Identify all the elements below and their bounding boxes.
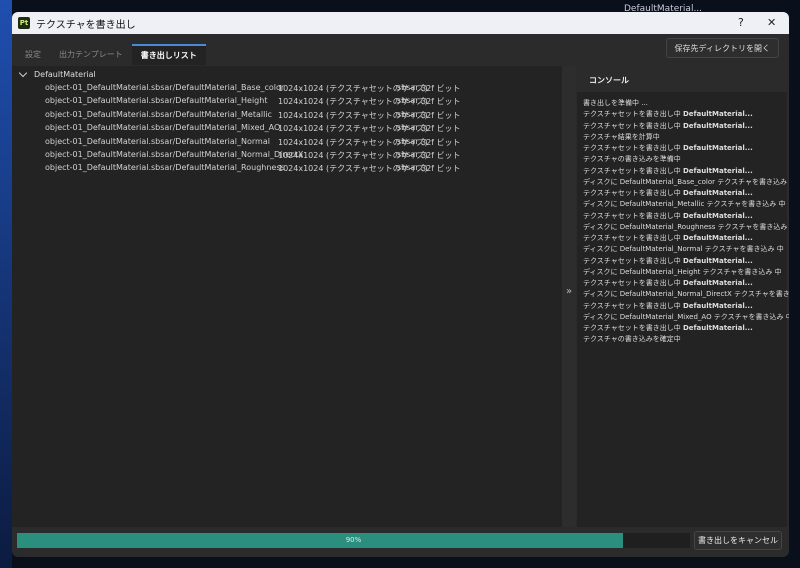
console-line: ディスクに DefaultMaterial_Metallic テクスチャを書き込… bbox=[583, 200, 786, 209]
texture-name: object-01_DefaultMaterial.sbsar/DefaultM… bbox=[45, 123, 281, 133]
progress-bar: 90% bbox=[17, 533, 690, 548]
tree-root[interactable]: DefaultMaterial bbox=[18, 68, 96, 79]
console-line: テクスチャ結果を計算中 bbox=[583, 132, 660, 141]
panel-splitter[interactable]: » bbox=[562, 66, 576, 527]
texture-format: sbsar bbox=[397, 136, 419, 146]
console-line: テクスチャセットを書き出し中 DefaultMaterial... bbox=[583, 279, 753, 287]
console-line: テクスチャセットを書き出し中 DefaultMaterial... bbox=[583, 110, 753, 119]
texture-bit-depth: 32f ビット bbox=[421, 124, 461, 134]
console-line: テクスチャセットを書き出し中 DefaultMaterial... bbox=[583, 234, 753, 242]
tree-root-label: DefaultMaterial bbox=[34, 70, 96, 79]
close-button[interactable]: ✕ bbox=[767, 16, 776, 29]
texture-name: object-01_DefaultMaterial.sbsar/DefaultM… bbox=[45, 136, 270, 146]
tab-export-list[interactable]: 書き出しリスト bbox=[131, 44, 206, 65]
texture-format: sbsar bbox=[397, 150, 419, 159]
console-line: テクスチャセットを書き出し中 DefaultMaterial... bbox=[583, 256, 753, 265]
texture-bit-depth: 32f ビット bbox=[421, 110, 461, 120]
texture-bit-depth: 32f ビット bbox=[421, 164, 461, 174]
progress-label: 90% bbox=[345, 536, 362, 544]
help-button[interactable]: ? bbox=[738, 16, 744, 29]
console-line: ディスクに DefaultMaterial_Normal_DirectX テクス… bbox=[583, 290, 789, 299]
console-line: テクスチャセットを書き出し中 DefaultMaterial... bbox=[583, 144, 753, 152]
console-line: テクスチャセットを書き出し中 DefaultMaterial... bbox=[583, 324, 753, 332]
cancel-export-button[interactable]: 書き出しをキャンセル bbox=[694, 531, 782, 550]
console-line: ディスクに DefaultMaterial_Base_color テクスチャを書… bbox=[583, 177, 789, 186]
console-panel: コンソール 書き出しを準備中 ... テクスチャセットを書き出し中 Default… bbox=[577, 66, 789, 527]
title-bar: Pt テクスチャを書き出し ? ✕ bbox=[12, 12, 789, 34]
texture-name: object-01_DefaultMaterial.sbsar/DefaultM… bbox=[45, 96, 268, 106]
texture-name: object-01_DefaultMaterial.sbsar/DefaultM… bbox=[45, 163, 285, 173]
texture-bit-depth: 32f ビット bbox=[421, 151, 461, 160]
texture-format: sbsar bbox=[397, 96, 419, 106]
console-line: テクスチャの書き込みを準備中 bbox=[583, 155, 681, 164]
console-line: テクスチャセットを書き出し中 DefaultMaterial... bbox=[583, 189, 753, 197]
console-line: ディスクに DefaultMaterial_Height テクスチャを書き込み … bbox=[583, 267, 782, 276]
texture-name: object-01_DefaultMaterial.sbsar/DefaultM… bbox=[45, 83, 285, 92]
console-line: テクスチャセットを書き出し中 DefaultMaterial... bbox=[583, 166, 753, 175]
open-output-directory-button[interactable]: 保存先ディレクトリを開く bbox=[665, 38, 779, 58]
export-textures-dialog: Pt テクスチャを書き出し ? ✕ 設定 出力テンプレート 書き出しリスト 保存… bbox=[12, 12, 789, 557]
console-title: コンソール bbox=[577, 66, 787, 92]
tab-settings[interactable]: 設定 bbox=[16, 44, 50, 65]
desktop-background bbox=[0, 0, 12, 568]
texture-format: sbsar bbox=[397, 163, 419, 173]
window-title: テクスチャを書き出し bbox=[36, 19, 136, 31]
export-list-panel: DefaultMaterial object-01_DefaultMateria… bbox=[12, 66, 562, 527]
texture-name: object-01_DefaultMaterial.sbsar/DefaultM… bbox=[45, 109, 272, 119]
texture-format: sbsar bbox=[397, 83, 419, 92]
console-line: 書き出しを準備中 ... bbox=[583, 99, 648, 107]
texture-bit-depth: 32f ビット bbox=[421, 97, 461, 107]
texture-format: sbsar bbox=[397, 109, 419, 119]
texture-name: object-01_DefaultMaterial.sbsar/DefaultM… bbox=[45, 150, 304, 159]
app-icon: Pt bbox=[18, 17, 30, 29]
console-line: テクスチャセットを書き出し中 DefaultMaterial... bbox=[583, 121, 753, 130]
tab-bar: 設定 出力テンプレート 書き出しリスト bbox=[16, 44, 206, 65]
chevron-down-icon[interactable] bbox=[18, 68, 28, 78]
texture-format: sbsar bbox=[397, 123, 419, 133]
console-line: ディスクに DefaultMaterial_Mixed_AO テクスチャを書き込… bbox=[583, 312, 789, 321]
texture-bit-depth: 32f ビット bbox=[421, 137, 461, 147]
console-log: 書き出しを準備中 ... テクスチャセットを書き出し中 DefaultMateri… bbox=[583, 98, 789, 346]
console-line: テクスチャセットを書き出し中 DefaultMaterial... bbox=[583, 211, 753, 220]
console-line: テクスチャの書き込みを確定中 bbox=[583, 335, 681, 344]
console-line: テクスチャセットを書き出し中 DefaultMaterial... bbox=[583, 301, 753, 310]
console-line: ディスクに DefaultMaterial_Roughness テクスチャを書き… bbox=[583, 222, 789, 231]
texture-bit-depth: 32f ビット bbox=[421, 84, 461, 93]
tab-output-template[interactable]: 出力テンプレート bbox=[50, 44, 132, 65]
console-line: ディスクに DefaultMaterial_Normal テクスチャを書き込み … bbox=[583, 245, 784, 254]
